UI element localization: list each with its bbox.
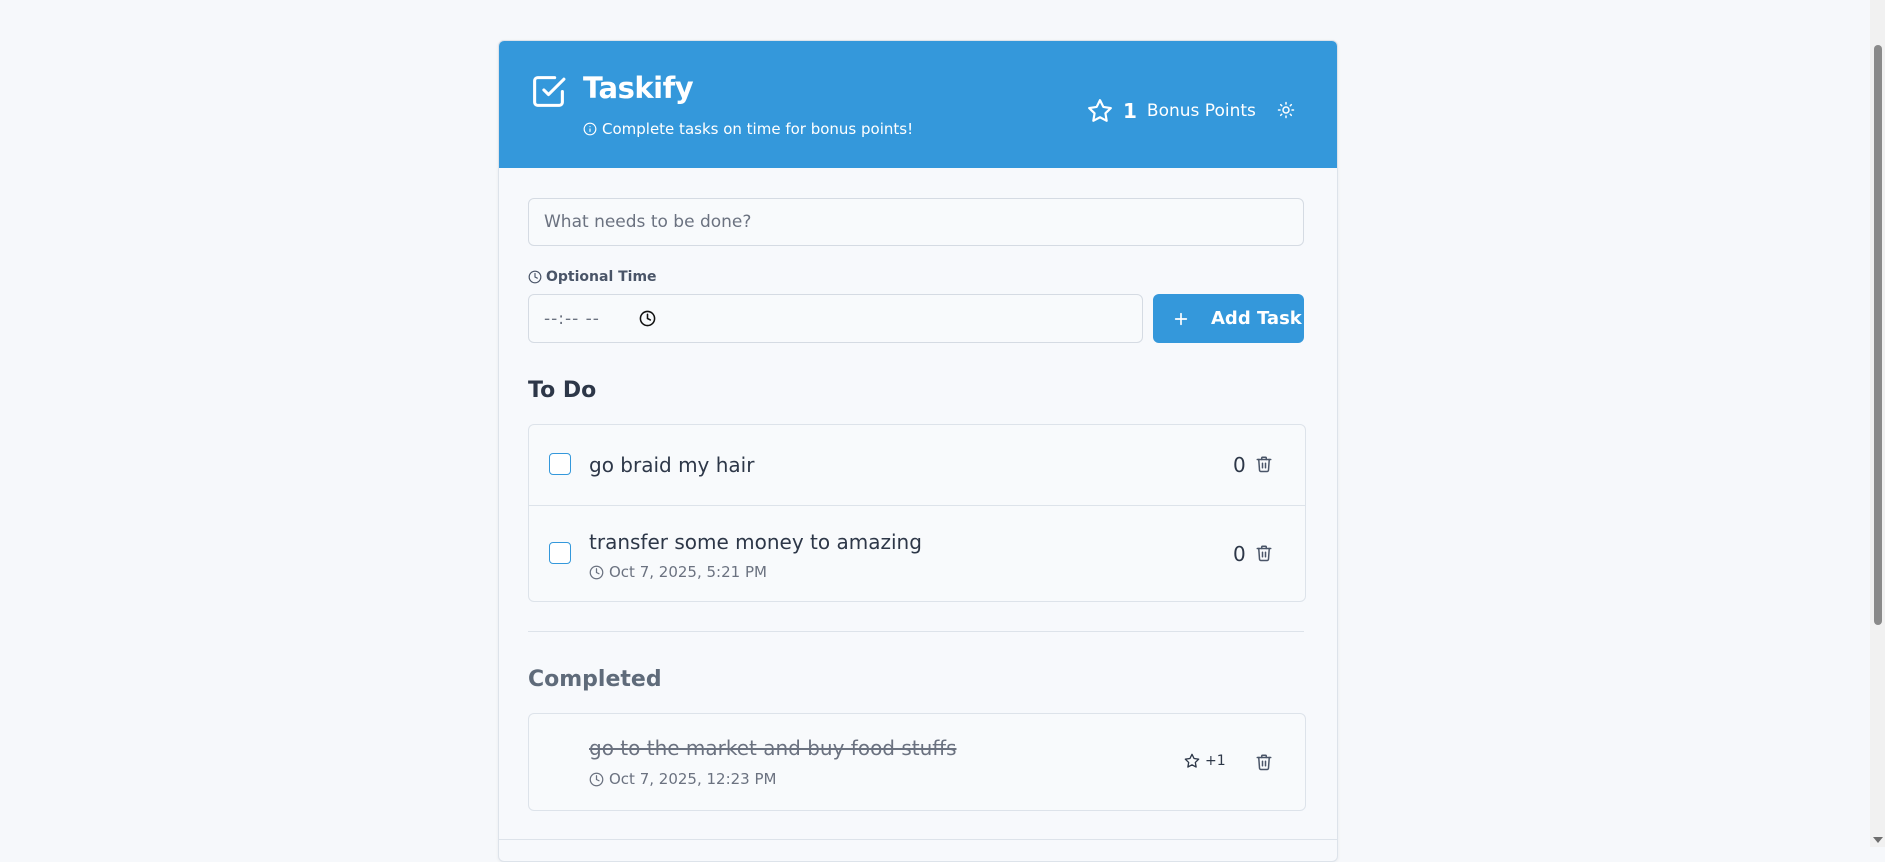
- time-input[interactable]: --:-- --: [528, 294, 1143, 343]
- scroll-down-arrow-icon[interactable]: [1873, 837, 1883, 843]
- todo-list: go braid my hair 0 transfer some money t…: [528, 424, 1306, 602]
- clock-icon: [528, 270, 542, 284]
- trash-icon[interactable]: [1255, 752, 1273, 772]
- task-due-time: Oct 7, 2025, 5:21 PM: [589, 563, 767, 581]
- subtitle-text: Complete tasks on time for bonus points!: [602, 120, 914, 138]
- app-title: Taskify: [583, 71, 694, 105]
- clock-picker-icon[interactable]: [639, 310, 656, 327]
- scrollbar-thumb[interactable]: [1874, 45, 1882, 625]
- add-task-button[interactable]: Add Task: [1153, 294, 1304, 343]
- trash-icon[interactable]: [1255, 543, 1273, 563]
- plus-icon: [1174, 312, 1188, 325]
- time-input-value: --:-- --: [544, 309, 600, 329]
- task-due-time: Oct 7, 2025, 12:23 PM: [589, 770, 776, 788]
- header-subtitle: Complete tasks on time for bonus points!: [583, 120, 913, 138]
- check-square-icon: [533, 76, 566, 107]
- todo-item: go braid my hair 0: [529, 425, 1305, 505]
- task-time-text: Oct 7, 2025, 12:23 PM: [609, 770, 777, 788]
- trash-icon[interactable]: [1255, 454, 1273, 474]
- bonus-points-count: 1: [1123, 99, 1137, 123]
- clock-icon: [589, 772, 604, 786]
- bonus-points-label: Bonus Points: [1146, 101, 1256, 121]
- star-icon: [1184, 753, 1200, 768]
- task-checkbox[interactable]: [549, 453, 571, 475]
- task-points: 0: [1233, 453, 1246, 477]
- task-text: go braid my hair: [589, 453, 755, 477]
- taskify-app: Taskify Complete tasks on time for bonus…: [498, 40, 1338, 862]
- task-time-text: Oct 7, 2025, 5:21 PM: [609, 563, 767, 581]
- sun-icon: [1277, 101, 1295, 119]
- bonus-earned-badge: +1: [1184, 753, 1226, 769]
- page-scrollbar[interactable]: [1870, 0, 1885, 847]
- add-task-label: Add Task: [1211, 308, 1302, 329]
- task-checkbox[interactable]: [549, 542, 571, 564]
- completed-item: go to the market and buy food stuffs Oct…: [529, 714, 1305, 810]
- bonus-points-display: 1 Bonus Points: [1087, 96, 1256, 126]
- todo-item: transfer some money to amazing Oct 7, 20…: [529, 505, 1305, 601]
- theme-toggle-button[interactable]: [1274, 98, 1298, 122]
- app-header: Taskify Complete tasks on time for bonus…: [499, 41, 1337, 168]
- todo-section-title: To Do: [528, 378, 597, 403]
- optional-time-text: Optional Time: [546, 269, 657, 285]
- task-points: 0: [1233, 542, 1246, 566]
- info-icon: [583, 122, 597, 136]
- bonus-earned-text: +1: [1205, 753, 1226, 769]
- completed-list: go to the market and buy food stuffs Oct…: [528, 713, 1306, 811]
- clock-icon: [589, 565, 604, 579]
- task-text: go to the market and buy food stuffs: [589, 736, 957, 760]
- star-icon: [1088, 99, 1112, 122]
- footer-divider: [499, 839, 1337, 840]
- new-task-input[interactable]: [528, 198, 1304, 246]
- section-divider: [528, 631, 1304, 632]
- optional-time-label: Optional Time: [528, 269, 657, 285]
- task-text: transfer some money to amazing: [589, 530, 922, 554]
- completed-section-title: Completed: [528, 667, 662, 692]
